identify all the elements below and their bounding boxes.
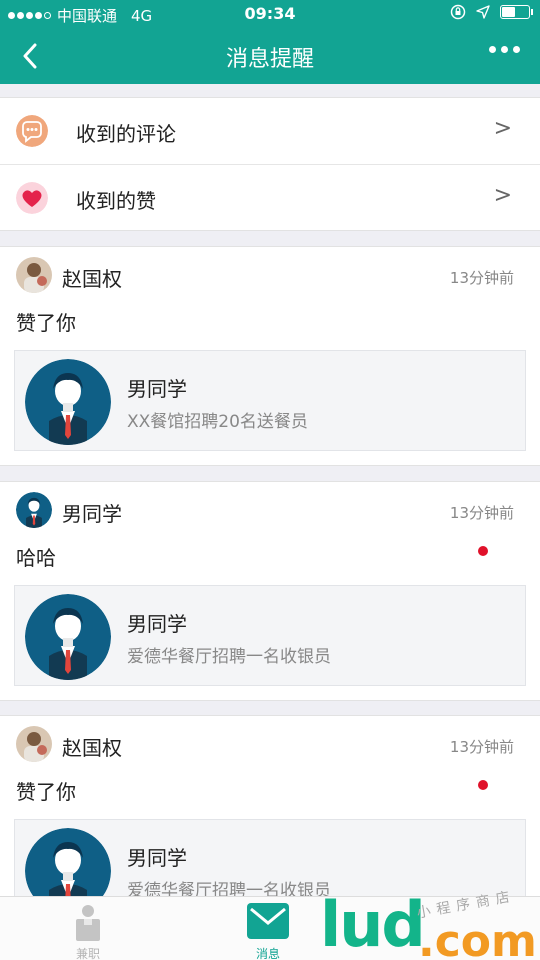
more-button[interactable] [489,46,520,53]
post-author: 男同学 [127,612,187,636]
more-dots-icon [489,46,496,53]
message-card[interactable]: 男同学 13分钟前 哈哈 男同学 爱德华餐厅招聘一名收银员 [0,481,540,701]
message-card[interactable]: 赵国权 13分钟前 赞了你 男同学 XX餐馆招聘20名送餐员 [0,246,540,466]
message-envelope-icon [247,903,289,939]
page-title: 消息提醒 [225,47,314,72]
sender-name: 赵国权 [62,267,122,291]
referenced-post[interactable]: 男同学 爱德华餐厅招聘一名收银员 [14,585,526,686]
unread-dot [478,780,488,790]
battery-icon [500,5,533,19]
nav-bar: 消息提醒 [0,28,540,84]
sender-name: 赵国权 [62,736,122,760]
tab-jobs[interactable]: 兼职 [48,901,128,960]
chevron-right-icon: > [493,183,512,208]
notification-menu: 收到的评论 > 收到的赞 > [0,97,540,231]
photo-avatar[interactable] [16,726,52,762]
briefcase-icon [76,905,100,941]
tab-messages[interactable]: 消息 [228,901,308,960]
orientation-lock-icon [450,4,466,20]
chevron-right-icon: > [493,116,512,141]
post-author: 男同学 [127,846,187,870]
menu-item-comments[interactable]: 收到的评论 > [0,98,540,164]
message-content: 哈哈 [16,546,56,570]
heart-icon [16,182,48,214]
tab-label: 兼职 [75,947,100,960]
message-time: 13分钟前 [449,738,514,756]
status-bar: 中国联通 4G 09:34 [0,0,540,28]
post-author: 男同学 [127,377,187,401]
suit-avatar[interactable] [16,492,52,528]
message-time: 13分钟前 [449,504,514,522]
tab-bar: 兼职 消息 [0,896,540,960]
post-title: XX餐馆招聘20名送餐员 [127,412,308,432]
menu-item-likes[interactable]: 收到的赞 > [0,164,540,230]
menu-item-label: 收到的评论 [76,122,176,146]
message-content: 赞了你 [16,311,76,335]
location-arrow-icon [476,5,490,19]
suit-avatar [25,359,111,445]
sender-name: 男同学 [62,502,122,526]
comment-bubble-icon [16,115,48,147]
photo-avatar[interactable] [16,257,52,293]
referenced-post[interactable]: 男同学 XX餐馆招聘20名送餐员 [14,350,526,451]
tab-label: 消息 [255,947,280,960]
suit-avatar [25,594,111,680]
unread-dot [478,546,488,556]
message-content: 赞了你 [16,780,76,804]
menu-item-label: 收到的赞 [76,189,156,213]
message-time: 13分钟前 [449,269,514,287]
post-title: 爱德华餐厅招聘一名收银员 [127,647,331,667]
